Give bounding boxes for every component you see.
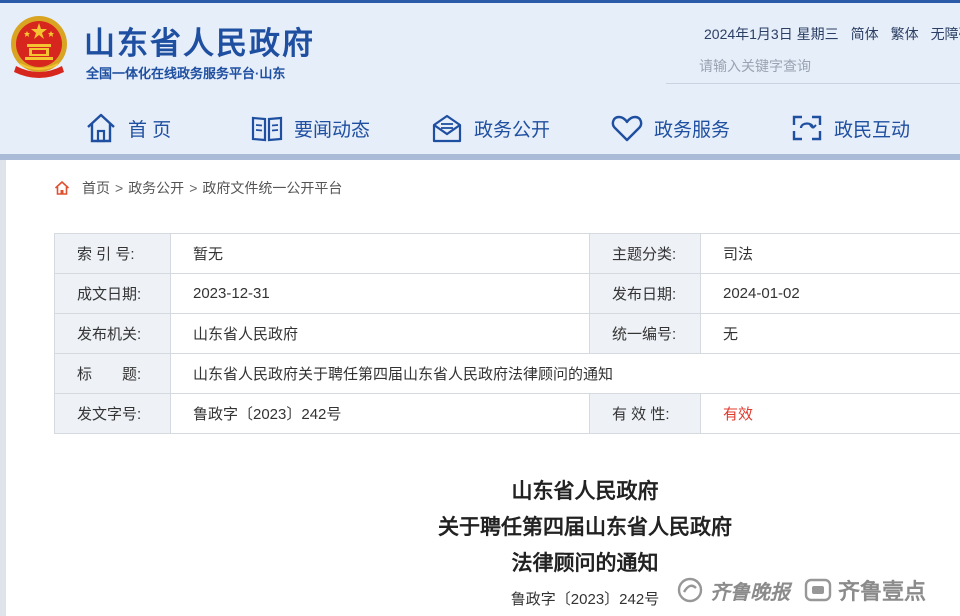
traditional-link[interactable]: 繁体 xyxy=(891,26,919,42)
document-title-line1: 山东省人民政府 xyxy=(511,480,659,503)
nav-services-label: 政务服务 xyxy=(654,119,731,141)
breadcrumb-separator: > xyxy=(189,180,198,196)
home-icon xyxy=(54,181,70,195)
topic-value: 司法 xyxy=(700,233,960,274)
table-row: 成文日期: 2023-12-31 发布日期: 2024-01-02 xyxy=(54,273,960,314)
simplified-link[interactable]: 简体 xyxy=(851,26,879,42)
breadcrumb: 首页 > 政务公开 > 政府文件统一公开平台 xyxy=(54,178,342,198)
document-number-label: 发文字号: xyxy=(54,393,171,434)
accessibility-link[interactable]: 无障碍 xyxy=(931,26,960,42)
created-date-value: 2023-12-31 xyxy=(170,273,590,314)
table-row: 发文字号: 鲁政字〔2023〕242号 有 效 性: 有效 xyxy=(54,393,960,434)
interaction-icon xyxy=(792,115,822,141)
header-divider xyxy=(0,154,960,160)
index-label: 索 引 号: xyxy=(54,233,171,274)
breadcrumb-public-affairs[interactable]: 政务公开 xyxy=(128,178,184,198)
created-date-label: 成文日期: xyxy=(54,273,171,314)
nav-home-label: 首 页 xyxy=(128,119,172,141)
validity-label: 有 效 性: xyxy=(589,393,701,434)
site-title: 山东省人民政府 xyxy=(84,26,315,61)
breadcrumb-separator: > xyxy=(115,180,124,196)
issuer-value: 山东省人民政府 xyxy=(170,313,590,354)
swirl-logo-icon xyxy=(677,577,703,603)
validity-value: 有效 xyxy=(700,393,960,434)
header-top-line xyxy=(0,0,960,3)
nav-public-affairs[interactable]: 政务公开 xyxy=(430,108,550,148)
watermark-brand: 齐鲁壹点 xyxy=(838,579,927,604)
nav-interaction-label: 政民互动 xyxy=(834,119,911,141)
site-header: 山东省人民政府 全国一体化在线政务服务平台·山东 2024年1月3日 星期三 简体… xyxy=(0,0,960,160)
index-value: 暂无 xyxy=(170,233,590,274)
table-row: 索 引 号: 暂无 主题分类: 司法 xyxy=(54,233,960,274)
nav-public-affairs-label: 政务公开 xyxy=(474,119,551,141)
nav-interaction[interactable]: 政民互动 xyxy=(790,108,910,148)
nav-home[interactable]: 首 页 xyxy=(84,108,171,148)
title-value: 山东省人民政府关于聘任第四届山东省人民政府法律顾问的通知 xyxy=(170,353,960,394)
breadcrumb-documents-platform[interactable]: 政府文件统一公开平台 xyxy=(202,178,342,198)
table-row: 标 题: 山东省人民政府关于聘任第四届山东省人民政府法律顾问的通知 xyxy=(54,353,960,394)
watermark-newspaper: 齐鲁晚报 xyxy=(710,579,790,604)
nav-news[interactable]: 要闻动态 xyxy=(250,108,370,148)
published-date-label: 发布日期: xyxy=(589,273,701,314)
document-title: 山东省人民政府 关于聘任第四届山东省人民政府 法律顾问的通知 xyxy=(400,474,770,582)
national-emblem-icon xyxy=(11,16,67,78)
watermark: 齐鲁晚报 齐鲁壹点 xyxy=(676,573,926,607)
issuer-label: 发布机关: xyxy=(54,313,171,354)
document-number-value: 鲁政字〔2023〕242号 xyxy=(170,393,590,434)
nav-services[interactable]: 政务服务 xyxy=(610,108,730,148)
left-edge-strip xyxy=(0,160,6,616)
open-mail-icon xyxy=(432,114,462,143)
topic-label: 主题分类: xyxy=(589,233,701,274)
book-icon xyxy=(251,116,283,142)
nav-news-label: 要闻动态 xyxy=(294,119,371,141)
title-label: 标 题: xyxy=(54,353,171,394)
home-icon xyxy=(87,113,115,143)
published-date-value: 2024-01-02 xyxy=(700,273,960,314)
document-info-table: 索 引 号: 暂无 主题分类: 司法 成文日期: 2023-12-31 发布日期… xyxy=(54,233,960,434)
app-logo-icon xyxy=(804,578,832,602)
heart-icon xyxy=(611,115,643,142)
breadcrumb-home[interactable]: 首页 xyxy=(82,178,110,198)
search-bar xyxy=(666,54,960,84)
document-title-line2: 关于聘任第四届山东省人民政府 xyxy=(438,516,732,539)
site-subtitle: 全国一体化在线政务服务平台·山东 xyxy=(86,66,286,81)
serial-value: 无 xyxy=(700,313,960,354)
table-row: 发布机关: 山东省人民政府 统一编号: 无 xyxy=(54,313,960,354)
search-input[interactable] xyxy=(699,58,949,74)
serial-label: 统一编号: xyxy=(589,313,701,354)
main-nav: 首 页 要闻动态 政务公开 政务服务 政民互动 xyxy=(0,100,960,156)
top-links: 2024年1月3日 星期三简体繁体无障碍 xyxy=(704,24,960,44)
current-date: 2024年1月3日 星期三 xyxy=(704,26,839,42)
